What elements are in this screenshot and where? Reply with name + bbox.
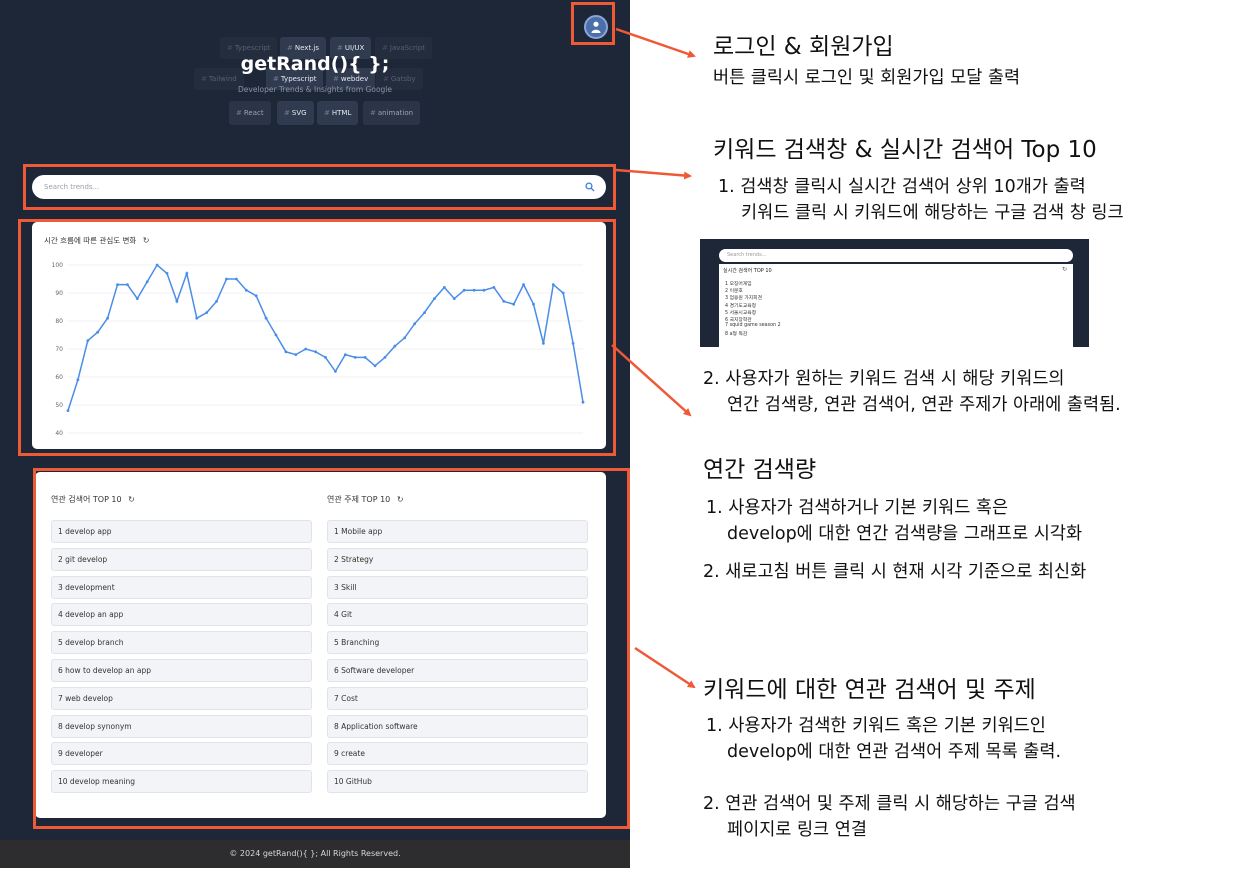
search-desc-4: 연간 검색량, 연관 검색어, 연관 주제가 아래에 출력됨. [727, 395, 1121, 415]
related-desc-1: 1. 사용자가 검색한 키워드 혹은 기본 키워드인 [706, 716, 1046, 736]
mini-top10-item: 8 a형 독감 [725, 332, 748, 338]
related-desc-3: 2. 연관 검색어 및 주제 클릭 시 해당하는 구글 검색 [703, 794, 1076, 814]
mini-top10-item: 6 국지장학관 [725, 318, 752, 323]
mini-top10-item: 3 엄용원 가지회견 [725, 296, 762, 302]
related-heading: 키워드에 대한 연관 검색어 및 주제 [703, 677, 1036, 703]
search-desc-2: 키워드 클릭 시 키워드에 해당하는 구글 검색 창 링크 [741, 203, 1124, 223]
mini-search-input: Search trends... [719, 249, 1073, 262]
search-desc-3: 2. 사용자가 원하는 키워드 검색 시 해당 키워드의 [703, 369, 1065, 389]
mini-top10-panel: 실시간 검색어 TOP 10 ↻ 1 오징어게임 2 이문호 3 엄용원 가지회견 4… [719, 264, 1073, 347]
mini-top10-item: 5 서울시교육청 [725, 310, 757, 316]
volume-desc-1: 1. 사용자가 검색하거나 기본 키워드 혹은 [706, 498, 1009, 518]
arrow-login [615, 27, 696, 58]
login-desc: 버튼 클릭시 로그인 및 회원가입 모달 출력 [713, 68, 1021, 88]
arrow-chart [611, 344, 692, 417]
search-desc-1: 1. 검색창 클릭시 실시간 검색어 상위 10개가 출력 [718, 177, 1086, 197]
mini-top10-item: 1 오징어게임 [725, 282, 752, 287]
arrow-search [615, 168, 692, 180]
refresh-icon: ↻ [1061, 266, 1067, 273]
realtime-top10-preview: Search trends... 실시간 검색어 TOP 10 ↻ 1 오징어게… [700, 239, 1089, 347]
volume-desc-3: 2. 새로고침 버튼 클릭 시 현재 시각 기준으로 최신화 [703, 562, 1087, 582]
related-desc-4: 페이지로 링크 연결 [727, 820, 867, 840]
mini-top10-title: 실시간 검색어 TOP 10 [723, 268, 772, 274]
related-desc-2: develop에 대한 연관 검색어 주제 목록 출력. [727, 742, 1062, 762]
mini-top10-item: 2 이문호 [725, 289, 743, 295]
mini-top10-item: 4 경기도교육청 [725, 303, 757, 309]
volume-heading: 연간 검색량 [703, 457, 817, 483]
annotated-screenshot: # Typescript # Next.js # UI/UX # JavaScript … [0, 0, 1260, 891]
login-heading: 로그인 & 회원가입 [713, 34, 894, 60]
search-heading: 키워드 검색창 & 실시간 검색어 Top 10 [713, 137, 1097, 163]
volume-desc-2: develop에 대한 연간 검색량을 그래프로 시각화 [727, 524, 1083, 544]
arrow-related [634, 646, 696, 689]
mini-top10-item: 7 squid game season 2 [725, 323, 781, 329]
